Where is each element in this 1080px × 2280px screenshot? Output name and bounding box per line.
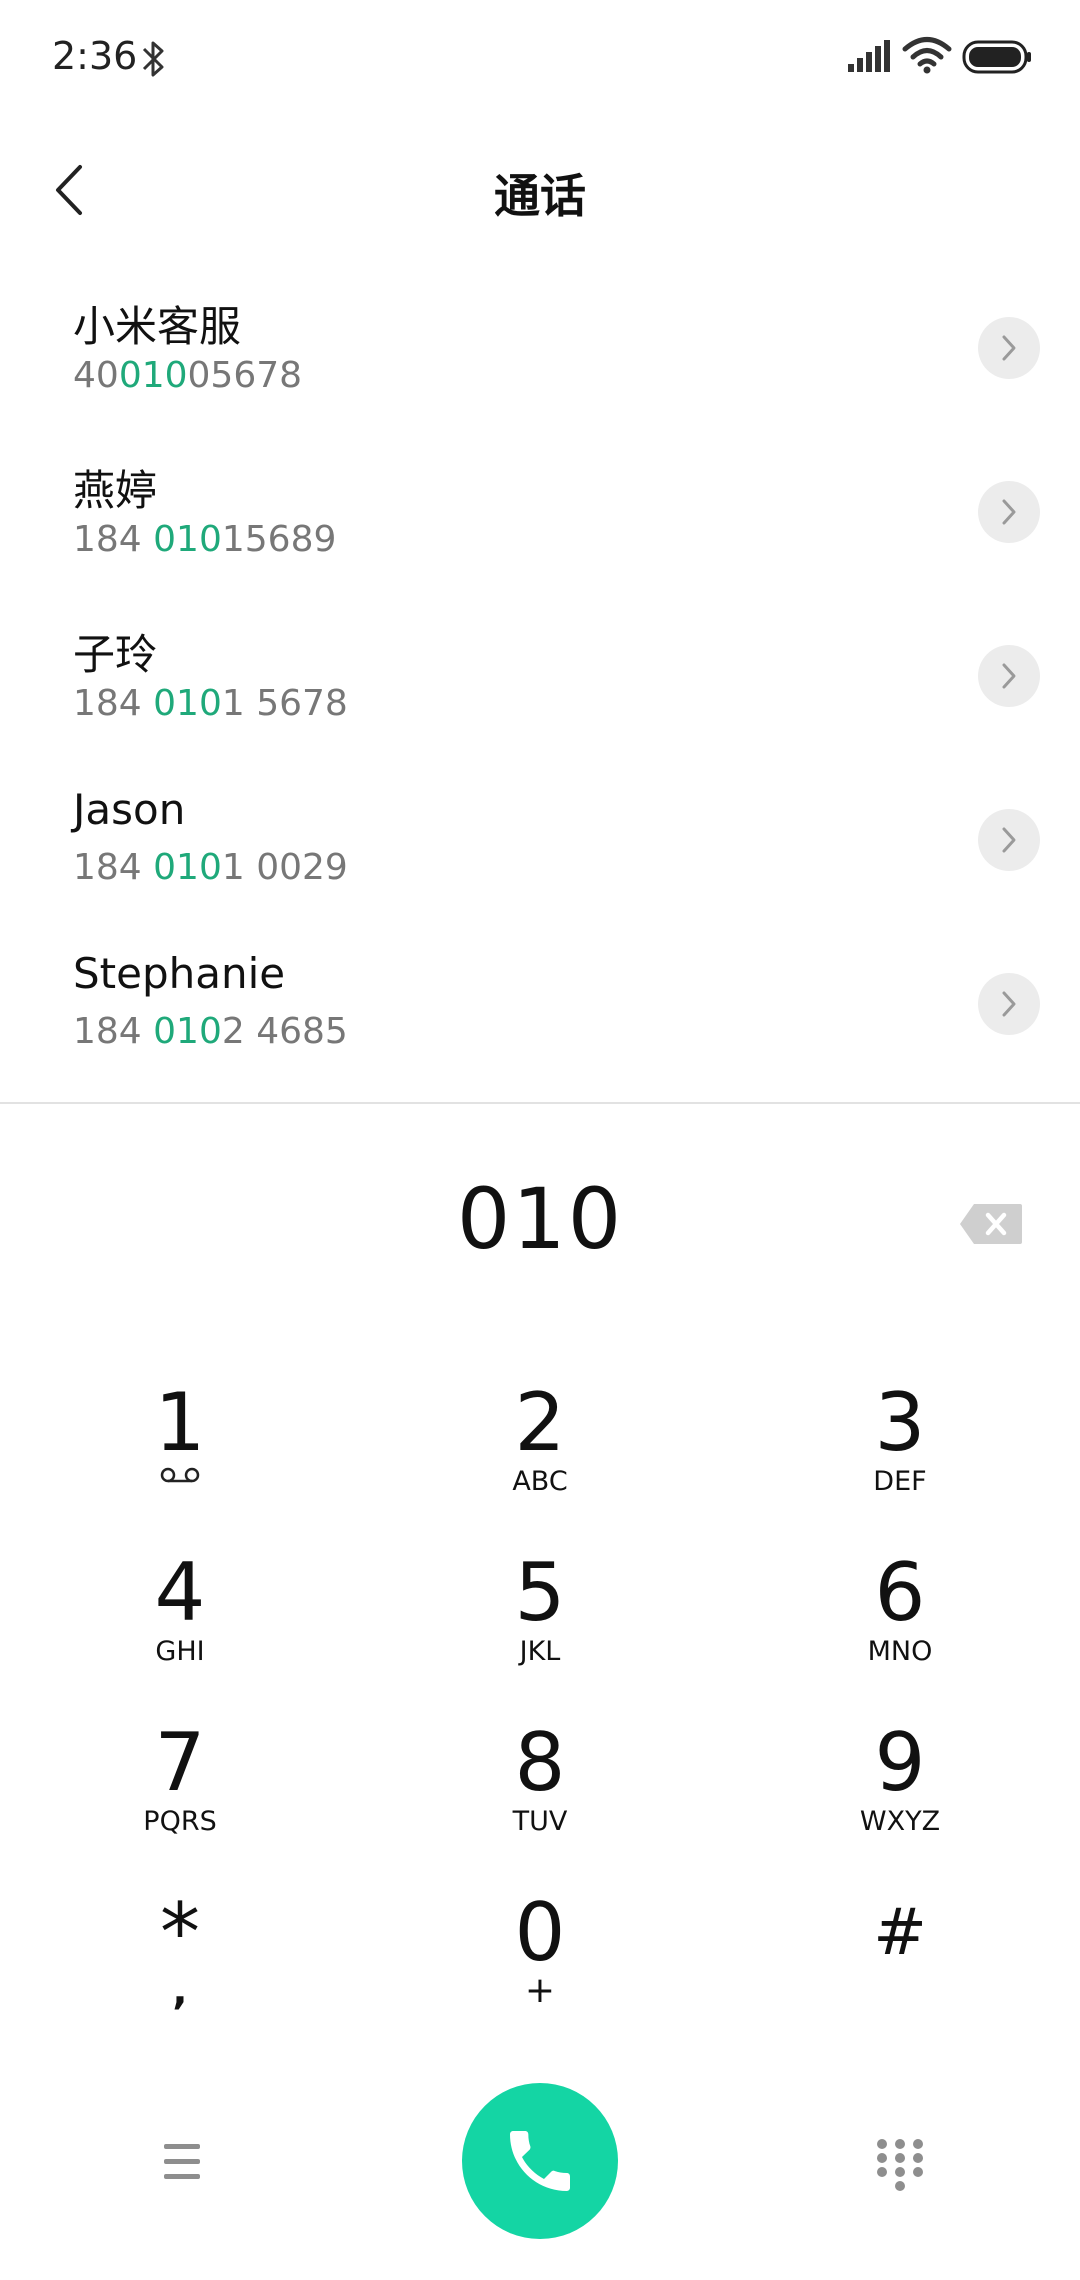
chevron-right-icon (1002, 991, 1016, 1017)
key-letters: TUV (512, 1806, 568, 1837)
number-match-highlight: 010 (118, 355, 188, 396)
signal-icon (848, 40, 890, 72)
contact-item[interactable]: 子玲 184 0101 5678 (0, 603, 1080, 767)
key-letters: PQRS (143, 1806, 217, 1837)
contact-name: Jason (73, 785, 186, 834)
chevron-right-icon (1002, 335, 1016, 361)
chevron-right-icon (1002, 499, 1016, 525)
contact-number: 184 0101 5678 (73, 683, 348, 724)
key-letters: DEF (873, 1466, 927, 1497)
contact-item[interactable]: Jason 184 0101 0029 (0, 767, 1080, 931)
bluetooth-icon (142, 41, 164, 77)
contact-item[interactable]: 小米客服 4001005678 (0, 275, 1080, 439)
dial-display: 010 (0, 1170, 1080, 1290)
key-digit: # (873, 1896, 927, 1970)
key-5[interactable]: 5 JKL (390, 1550, 690, 1700)
key-9[interactable]: 9 WXYZ (750, 1720, 1050, 1870)
wifi-icon (902, 37, 952, 74)
number-match-highlight: 010 (153, 847, 222, 888)
contact-name: 燕婷 (73, 466, 158, 515)
key-star[interactable]: * , (30, 1890, 330, 2040)
contact-detail-button[interactable] (978, 645, 1040, 707)
key-0[interactable]: 0 + (390, 1890, 690, 2040)
contact-number: 184 0101 0029 (73, 847, 348, 888)
key-letters: + (524, 1970, 556, 2011)
bottom-bar (0, 2080, 1080, 2240)
key-digit: 1 (154, 1376, 206, 1469)
contact-number: 4001005678 (73, 355, 303, 396)
number-match-highlight: 010 (153, 519, 222, 560)
dialpad-icon[interactable] (872, 2134, 928, 2194)
phone-icon (510, 2131, 570, 2191)
contact-detail-button[interactable] (978, 317, 1040, 379)
backspace-icon[interactable] (958, 1202, 1024, 1246)
contact-detail-button[interactable] (978, 973, 1040, 1035)
dialed-number: 010 (456, 1170, 624, 1268)
contact-name: 子玲 (73, 630, 158, 679)
chevron-right-icon (1002, 663, 1016, 689)
number-match-highlight: 010 (153, 683, 222, 724)
contact-item[interactable]: Stephanie 184 0102 4685 (0, 931, 1080, 1095)
key-digit: * (160, 1886, 200, 1979)
contact-detail-button[interactable] (978, 809, 1040, 871)
contact-item[interactable]: 燕婷 184 01015689 (0, 439, 1080, 603)
key-digit: 8 (514, 1716, 566, 1809)
key-1[interactable]: 1 (30, 1380, 330, 1530)
menu-icon[interactable] (150, 2134, 214, 2190)
chevron-right-icon (1002, 827, 1016, 853)
number-match-highlight: 010 (153, 1011, 222, 1052)
key-digit: 4 (154, 1546, 206, 1639)
contact-name: Stephanie (73, 949, 286, 998)
key-letters: ABC (512, 1466, 568, 1497)
contact-detail-button[interactable] (978, 481, 1040, 543)
contact-number: 184 01015689 (73, 519, 337, 560)
key-letters: GHI (155, 1636, 205, 1667)
key-letters: WXYZ (859, 1806, 941, 1837)
voicemail-icon (160, 1467, 200, 1483)
key-digit: 9 (874, 1716, 926, 1809)
page-title: 通话 (494, 169, 586, 223)
contact-name: 小米客服 (73, 302, 242, 351)
dialer-screen: 2:36 通话 小米客服 4001005678 燕婷 184 01015689 … (0, 0, 1080, 2280)
key-digit: 0 (514, 1886, 566, 1979)
key-7[interactable]: 7 PQRS (30, 1720, 330, 1870)
keypad: 1 2 ABC 3 DEF 4 GHI 5 JKL 6 MNO 7 PQRS 8… (0, 1380, 1080, 2040)
key-hash[interactable]: # (750, 1890, 1050, 2040)
key-2[interactable]: 2 ABC (390, 1380, 690, 1530)
key-6[interactable]: 6 MNO (750, 1550, 1050, 1700)
key-letters: JKL (519, 1636, 561, 1667)
contact-number: 184 0102 4685 (73, 1011, 348, 1052)
contact-list: 小米客服 4001005678 燕婷 184 01015689 子玲 184 0… (0, 275, 1080, 1105)
key-8[interactable]: 8 TUV (390, 1720, 690, 1870)
status-bar: 2:36 (0, 0, 1080, 120)
key-4[interactable]: 4 GHI (30, 1550, 330, 1700)
battery-icon (962, 40, 1031, 74)
list-divider (0, 1102, 1080, 1104)
key-digit: 7 (154, 1716, 206, 1809)
call-button[interactable] (462, 2083, 618, 2239)
key-3[interactable]: 3 DEF (750, 1380, 1050, 1530)
key-digit: 5 (514, 1546, 566, 1639)
key-letters: MNO (867, 1636, 933, 1667)
key-digit: 2 (514, 1376, 566, 1469)
status-time: 2:36 (52, 34, 138, 78)
key-digit: 6 (874, 1546, 926, 1639)
key-digit: 3 (874, 1376, 926, 1469)
key-letters: , (172, 1968, 188, 2014)
header: 通话 (0, 140, 1080, 240)
